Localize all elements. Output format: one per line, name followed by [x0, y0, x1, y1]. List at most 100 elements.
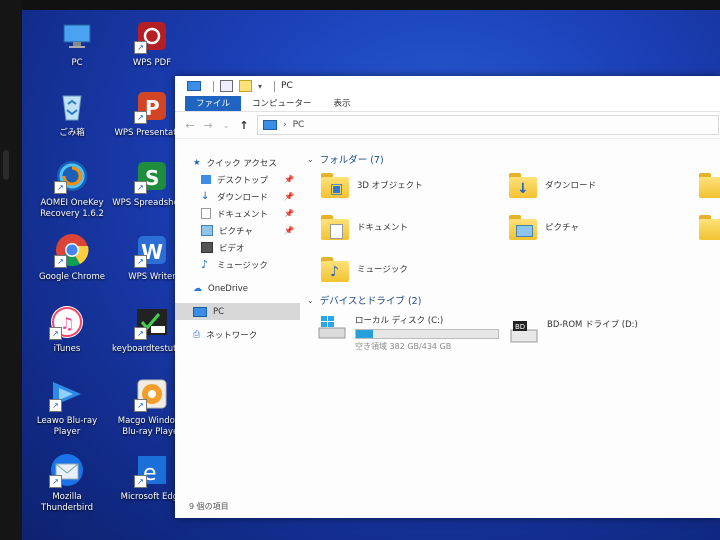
drive-usage-bar — [355, 329, 499, 339]
desktop-icon-label-line2: Thunderbird — [41, 503, 93, 513]
new-folder-quick-icon[interactable] — [239, 80, 252, 92]
desktop-folder-icon — [201, 175, 211, 184]
properties-quick-icon[interactable] — [220, 80, 233, 92]
nav-item-label: ミュージック — [217, 260, 268, 271]
desktop-icon-label: AOMEI OneKey — [40, 198, 104, 208]
folder-desktop-partial[interactable] — [699, 172, 720, 198]
chevron-down-icon: ⌄ — [307, 295, 314, 305]
nav-item-documents[interactable]: ドキュメント 📌 — [175, 205, 300, 222]
svg-text:S: S — [145, 166, 159, 190]
svg-text:♫: ♫ — [60, 314, 74, 333]
desktop-icon-label: ごみ箱 — [59, 128, 85, 138]
title-bar: ▾ PC — [175, 76, 720, 96]
svg-text:BD: BD — [515, 323, 525, 331]
desktop-icon-label-line2: Player — [53, 427, 81, 437]
star-icon: ★ — [193, 157, 201, 168]
desktop-icon-thunderbird[interactable]: ↗ Mozilla Thunderbird — [22, 452, 112, 514]
bezel-sensor — [3, 150, 9, 180]
nav-item-downloads[interactable]: ↓ ダウンロード 📌 — [175, 188, 300, 205]
shortcut-arrow-icon: ↗ — [134, 181, 147, 194]
nav-quick-access[interactable]: ★ クイック アクセス — [175, 154, 300, 171]
address-bar[interactable]: › PC — [257, 115, 719, 135]
network-icon: ⎙ — [193, 329, 201, 340]
forward-button[interactable]: → — [199, 119, 217, 132]
desktop: PC ごみ箱 ↗ AOMEI OneKey Recovery 1.6.2 ↗ G… — [22, 10, 720, 540]
bd-rom-drive-icon: BD — [509, 318, 539, 346]
tab-view[interactable]: 表示 — [323, 96, 362, 111]
desktop-icon-label: Mozilla — [52, 492, 82, 502]
nav-network[interactable]: ⎙ ネットワーク — [175, 326, 300, 343]
group-header-drives[interactable]: ⌄ デバイスとドライブ (2) — [307, 293, 421, 308]
window-title: PC — [281, 81, 293, 91]
title-separator — [213, 80, 214, 92]
windows-drive-icon — [317, 314, 347, 342]
nav-item-music[interactable]: ♪ ミュージック — [175, 256, 300, 273]
address-pc-icon — [263, 120, 277, 130]
folder-documents[interactable]: ドキュメント — [321, 214, 408, 240]
drive-c[interactable]: ローカル ディスク (C:) 空き領域 382 GB/434 GB — [317, 314, 499, 352]
folder-desktop-icon — [699, 172, 720, 198]
back-button[interactable]: ← — [181, 119, 199, 132]
screen-bezel-top — [0, 0, 720, 10]
nav-item-label: ダウンロード — [217, 192, 269, 203]
folder-3d-objects[interactable]: ▣ 3D オブジェクト — [321, 172, 423, 198]
chevron-down-icon: ⌄ — [307, 154, 314, 164]
nav-item-label: ビデオ — [219, 243, 245, 254]
pin-icon: 📌 — [284, 226, 294, 235]
edge-icon: e ↗ — [134, 452, 170, 488]
shortcut-arrow-icon: ↗ — [134, 475, 147, 488]
recent-locations-button[interactable]: ⌄ — [217, 121, 235, 130]
quick-access-dropdown-icon[interactable]: ▾ — [258, 82, 262, 91]
shortcut-arrow-icon: ↗ — [49, 475, 62, 488]
folder-pictures-icon — [509, 214, 537, 240]
drive-usage-fill — [356, 330, 374, 338]
folder-music[interactable]: ♪ ミュージック — [321, 256, 408, 282]
desktop-icon-wps-pdf[interactable]: ↗ WPS PDF — [107, 18, 197, 69]
shortcut-arrow-icon: ↗ — [49, 399, 62, 412]
folder-3d-objects-icon: ▣ — [321, 172, 349, 198]
folder-downloads[interactable]: ↓ ダウンロード — [509, 172, 596, 198]
tab-file[interactable]: ファイル — [185, 96, 242, 111]
navigation-pane: ★ クイック アクセス デスクトップ 📌 ↓ ダウンロード 📌 ドキュメント 📌… — [175, 154, 300, 494]
breadcrumb-pc[interactable]: PC — [293, 120, 305, 130]
folder-label: ドキュメント — [357, 223, 409, 233]
nav-onedrive[interactable]: ☁ OneDrive — [175, 280, 300, 297]
group-header-folders[interactable]: ⌄ フォルダー (7) — [307, 152, 384, 167]
folder-label: ピクチャ — [545, 223, 579, 233]
drive-d[interactable]: BD BD-ROM ドライブ (D:) — [509, 318, 638, 346]
folder-videos-partial[interactable] — [699, 214, 720, 240]
nav-pc[interactable]: PC — [175, 303, 300, 320]
folder-pictures[interactable]: ピクチャ — [509, 214, 579, 240]
nav-item-desktop[interactable]: デスクトップ 📌 — [175, 171, 300, 188]
folder-label: ミュージック — [357, 265, 408, 275]
leawo-icon: ↗ — [49, 376, 85, 412]
nav-pc-label: PC — [213, 306, 225, 317]
music-icon: ♪ — [201, 258, 209, 271]
desktop-icon-aomei[interactable]: ↗ AOMEI OneKey Recovery 1.6.2 — [27, 158, 117, 220]
pin-icon: 📌 — [284, 209, 294, 218]
shortcut-arrow-icon: ↗ — [134, 399, 147, 412]
chrome-icon: ↗ — [54, 232, 90, 268]
explorer-window: ▾ PC ファイル コンピューター 表示 ← → ⌄ ↑ › PC ★ クイック… — [175, 76, 720, 518]
macgo-icon: ↗ — [134, 376, 170, 412]
shortcut-arrow-icon: ↗ — [134, 327, 147, 340]
nav-item-pictures[interactable]: ピクチャ 📌 — [175, 222, 300, 239]
breadcrumb-separator: › — [283, 120, 287, 130]
desktop-icon-itunes[interactable]: ♫ ↗ iTunes — [22, 304, 112, 355]
pin-icon: 📌 — [284, 175, 294, 184]
pictures-icon — [201, 225, 213, 236]
desktop-icon-chrome[interactable]: ↗ Google Chrome — [27, 232, 117, 283]
ribbon-tabs: ファイル コンピューター 表示 — [175, 96, 720, 112]
up-button[interactable]: ↑ — [235, 119, 253, 132]
nav-item-videos[interactable]: ビデオ — [175, 239, 300, 256]
desktop-icon-recycle-bin[interactable]: ごみ箱 — [27, 88, 117, 139]
aomei-icon: ↗ — [54, 158, 90, 194]
tab-computer[interactable]: コンピューター — [241, 96, 323, 111]
desktop-icon-label: Leawo Blu-ray — [36, 416, 98, 426]
desktop-icon-leawo[interactable]: ↗ Leawo Blu-ray Player — [22, 376, 112, 438]
drive-free-space: 空き領域 382 GB/434 GB — [355, 342, 452, 351]
pin-icon: 📌 — [284, 192, 294, 201]
shortcut-arrow-icon: ↗ — [134, 41, 147, 54]
folder-videos-icon — [699, 214, 720, 240]
svg-text:P: P — [145, 96, 160, 120]
